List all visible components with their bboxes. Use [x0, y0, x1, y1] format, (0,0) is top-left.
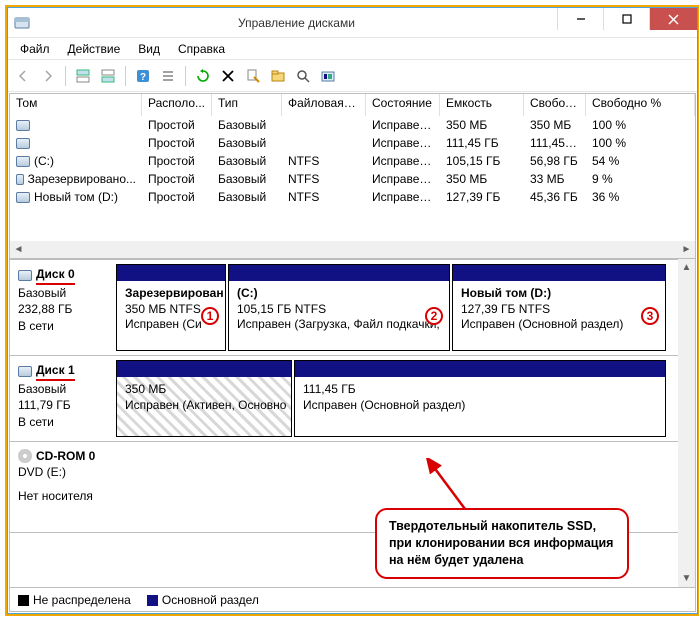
settings-button[interactable]: [317, 65, 339, 87]
help-button[interactable]: ?: [132, 65, 154, 87]
close-button[interactable]: [649, 8, 697, 30]
partition[interactable]: (C:)105,15 ГБ NTFSИсправен (Загрузка, Фа…: [228, 264, 450, 351]
menu-action[interactable]: Действие: [60, 40, 129, 58]
maximize-button[interactable]: [603, 8, 649, 30]
partition[interactable]: 350 МБИсправен (Активен, Основно: [116, 360, 292, 437]
delete-button[interactable]: [217, 65, 239, 87]
volume-icon: [16, 174, 24, 185]
legend-primary-swatch: [147, 595, 158, 606]
horizontal-scrollbar[interactable]: ◄ ►: [10, 241, 695, 258]
list-button[interactable]: [157, 65, 179, 87]
table-row[interactable]: ПростойБазовыйИсправен...350 МБ350 МБ100…: [10, 116, 695, 134]
disk-1-label: Диск 1: [36, 362, 75, 381]
volume-icon: [16, 120, 30, 131]
vertical-scrollbar[interactable]: ▲ ▼: [678, 259, 695, 587]
col-type[interactable]: Тип: [212, 94, 282, 116]
toolbar: ?: [8, 60, 697, 92]
col-capacity[interactable]: Емкость: [440, 94, 524, 116]
view-bottom-button[interactable]: [97, 65, 119, 87]
col-layout[interactable]: Располо...: [142, 94, 212, 116]
partition[interactable]: Зарезервирован350 МБ NTFSИсправен (Си1: [116, 264, 226, 351]
forward-button: [37, 65, 59, 87]
legend: Не распределена Основной раздел: [10, 587, 695, 611]
annotation-callout: Твердотельный накопитель SSD, при клонир…: [375, 508, 629, 579]
cdrom-icon: [18, 449, 32, 463]
disk-1-info: Диск 1 Базовый 111,79 ГБ В сети: [10, 356, 116, 441]
new-button[interactable]: [267, 65, 289, 87]
titlebar: Управление дисками: [8, 8, 697, 38]
svg-text:?: ?: [140, 72, 146, 83]
disk-1-row[interactable]: Диск 1 Базовый 111,79 ГБ В сети 350 МБИс…: [10, 355, 678, 441]
col-freepct[interactable]: Свободно %: [586, 94, 695, 116]
legend-unallocated-swatch: [18, 595, 29, 606]
cdrom-label: CD-ROM 0: [36, 448, 95, 464]
col-state[interactable]: Состояние: [366, 94, 440, 116]
disk-0-info: Диск 0 Базовый 232,88 ГБ В сети: [10, 260, 116, 355]
annotation-badge: 2: [425, 307, 443, 325]
scroll-down-icon[interactable]: ▼: [678, 570, 695, 587]
volume-table: Том Располо... Тип Файловая с... Состоян…: [10, 94, 695, 241]
table-row[interactable]: Зарезервировано...ПростойБазовыйNTFSИспр…: [10, 170, 695, 188]
find-button[interactable]: [292, 65, 314, 87]
menu-file[interactable]: Файл: [12, 40, 58, 58]
back-button: [12, 65, 34, 87]
table-row[interactable]: (C:)ПростойБазовыйNTFSИсправен...105,15 …: [10, 152, 695, 170]
scroll-right-icon[interactable]: ►: [678, 241, 695, 258]
menu-view[interactable]: Вид: [130, 40, 168, 58]
table-row[interactable]: Новый том (D:)ПростойБазовыйNTFSИсправен…: [10, 188, 695, 206]
partition[interactable]: 111,45 ГБИсправен (Основной раздел): [294, 360, 666, 437]
view-top-button[interactable]: [72, 65, 94, 87]
annotation-badge: 1: [201, 307, 219, 325]
app-icon: [14, 15, 30, 31]
col-free[interactable]: Свобод...: [524, 94, 586, 116]
properties-button[interactable]: [242, 65, 264, 87]
partition[interactable]: Новый том (D:)127,39 ГБ NTFSИсправен (Ос…: [452, 264, 666, 351]
refresh-button[interactable]: [192, 65, 214, 87]
scroll-up-icon[interactable]: ▲: [678, 259, 695, 276]
menu-bar: Файл Действие Вид Справка: [8, 38, 697, 60]
disk-icon: [18, 270, 32, 281]
table-header: Том Располо... Тип Файловая с... Состоян…: [10, 94, 695, 116]
volume-icon: [16, 192, 30, 203]
scroll-left-icon[interactable]: ◄: [10, 241, 27, 258]
cdrom-info: CD-ROM 0 DVD (E:) Нет носителя: [10, 442, 116, 532]
disk-0-row[interactable]: Диск 0 Базовый 232,88 ГБ В сети Зарезерв…: [10, 259, 678, 355]
volume-icon: [16, 156, 30, 167]
minimize-button[interactable]: [557, 8, 603, 30]
annotation-badge: 3: [641, 307, 659, 325]
disk-icon: [18, 366, 32, 377]
col-volume[interactable]: Том: [10, 94, 142, 116]
col-fs[interactable]: Файловая с...: [282, 94, 366, 116]
volume-icon: [16, 138, 30, 149]
menu-help[interactable]: Справка: [170, 40, 233, 58]
window-title: Управление дисками: [36, 16, 557, 30]
table-row[interactable]: ПростойБазовыйИсправен...111,45 ГБ111,45…: [10, 134, 695, 152]
disk-0-label: Диск 0: [36, 266, 75, 285]
